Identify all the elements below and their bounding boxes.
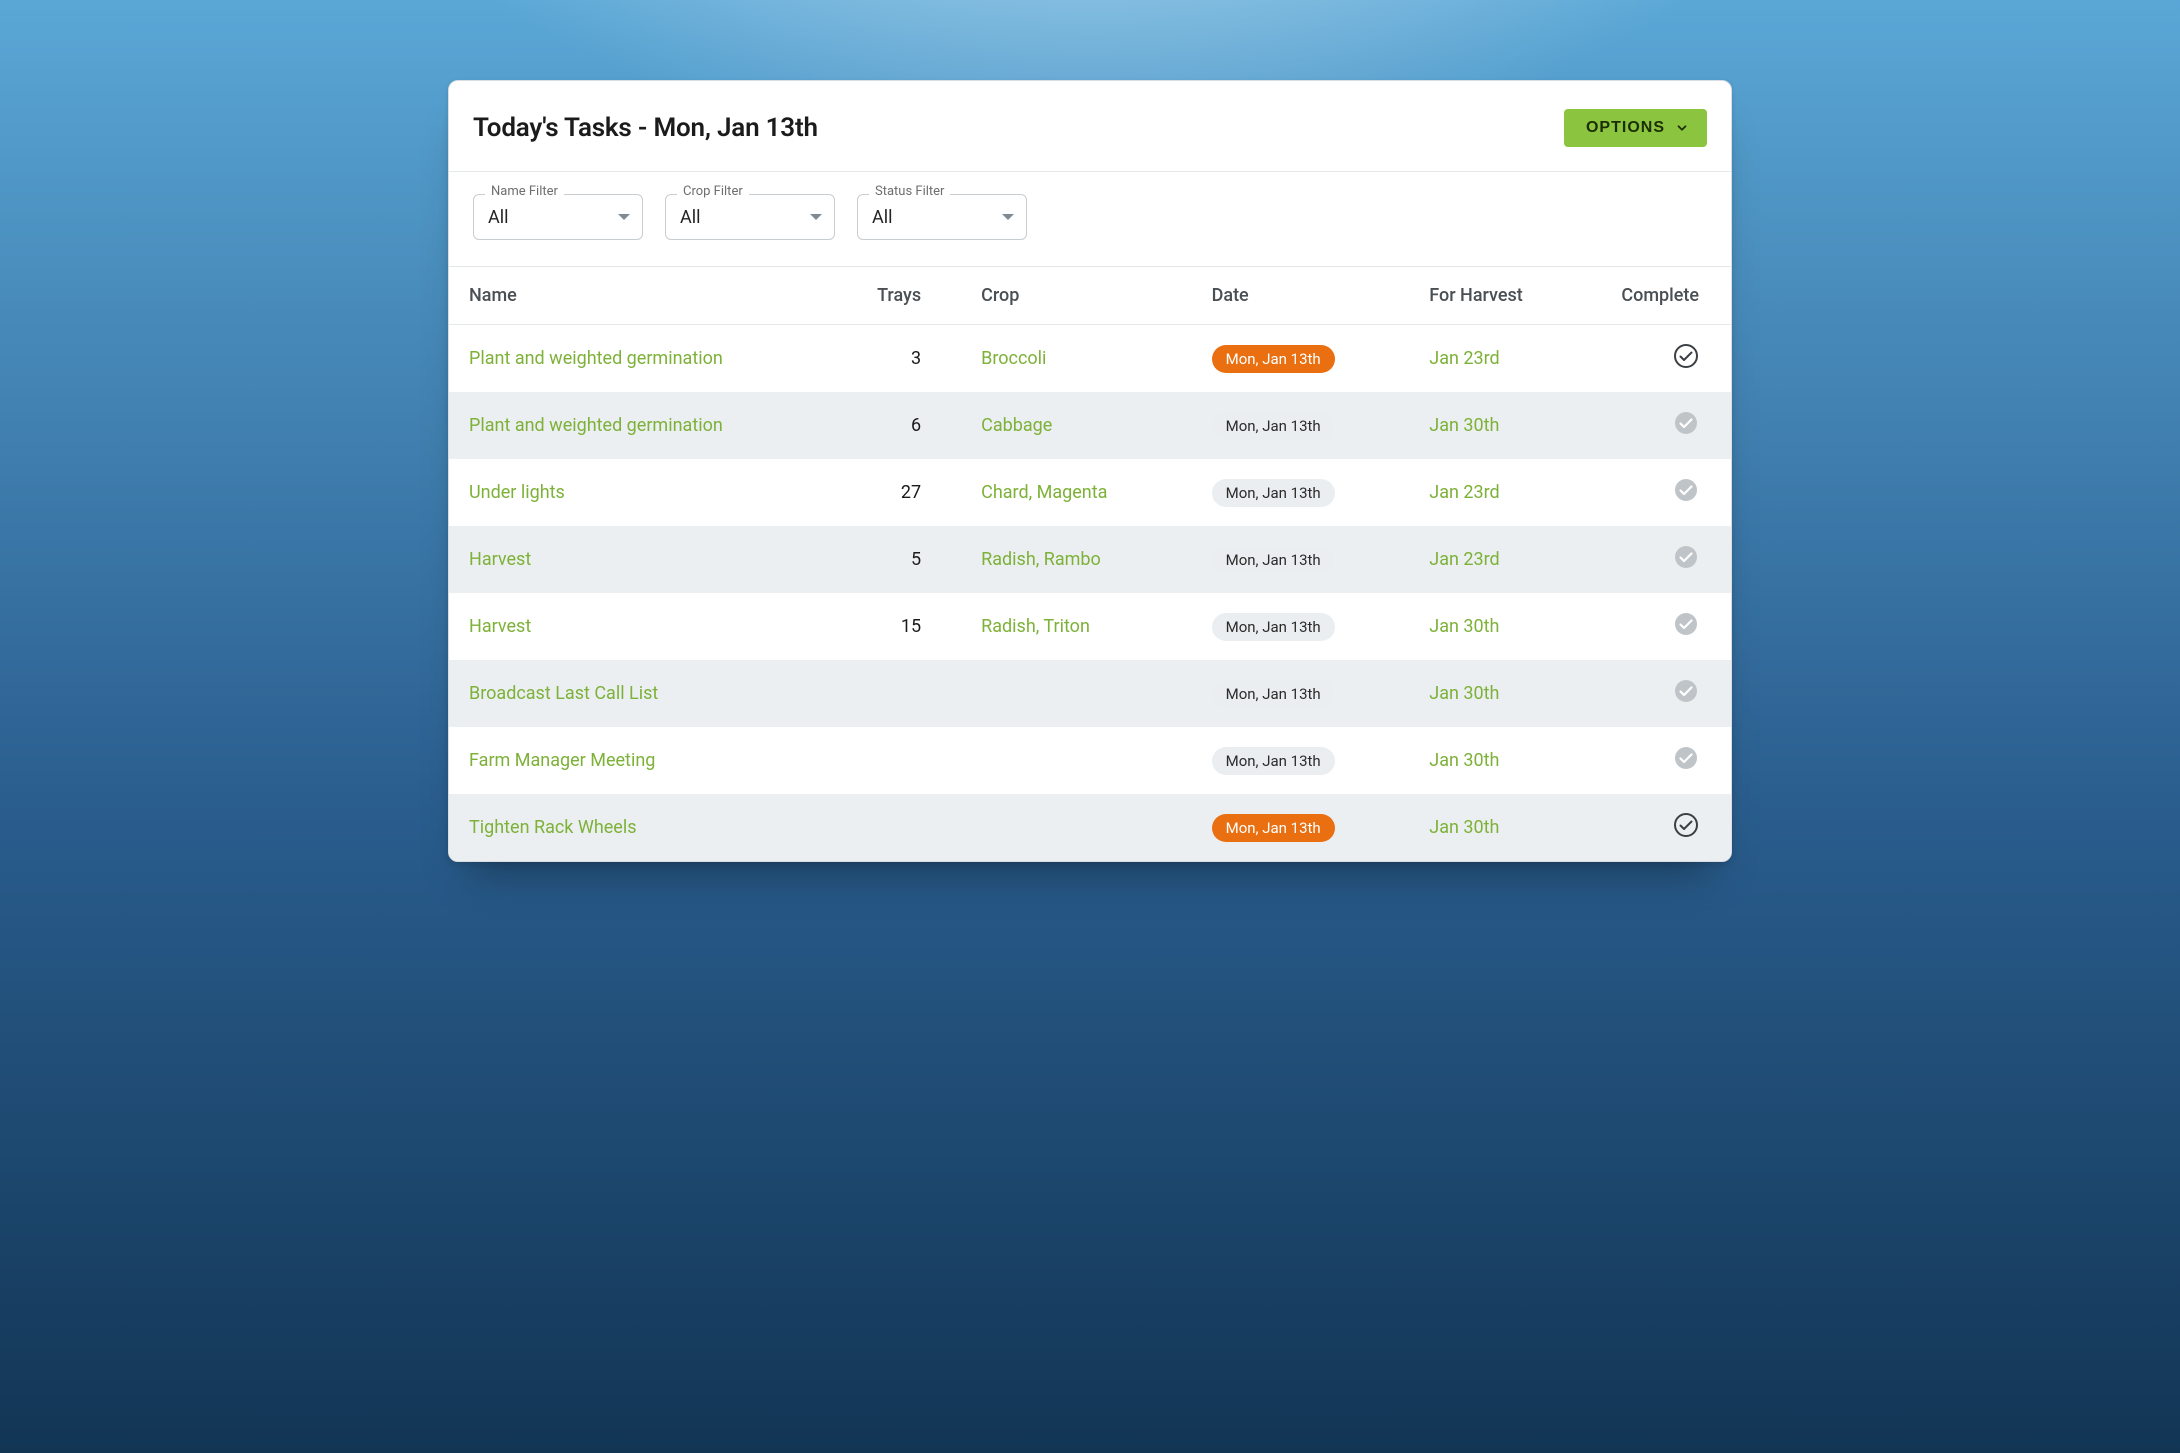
task-name-link[interactable]: Tighten Rack Wheels xyxy=(469,817,637,838)
table-row: Farm Manager Meeting Mon, Jan 13th Jan 30t… xyxy=(449,727,1731,794)
crop-filter-label: Crop Filter xyxy=(677,184,749,199)
name-filter-value: All xyxy=(488,207,509,228)
task-crop-link[interactable]: Radish, Rambo xyxy=(981,549,1101,570)
complete-toggle[interactable] xyxy=(1673,678,1699,704)
col-header-harvest[interactable]: For Harvest xyxy=(1409,267,1601,325)
crop-filter-select[interactable]: All xyxy=(665,194,835,240)
complete-toggle[interactable] xyxy=(1673,343,1699,369)
task-date-chip[interactable]: Mon, Jan 13th xyxy=(1212,747,1335,775)
task-date-chip[interactable]: Mon, Jan 13th xyxy=(1212,412,1335,440)
complete-toggle[interactable] xyxy=(1673,745,1699,771)
chevron-down-icon xyxy=(1675,121,1689,135)
page-title: Today's Tasks - Mon, Jan 13th xyxy=(473,113,818,143)
status-filter-value: All xyxy=(872,207,893,228)
task-name-link[interactable]: Under lights xyxy=(469,482,565,503)
task-harvest-date: Jan 30th xyxy=(1409,794,1601,861)
task-trays: 6 xyxy=(833,392,961,459)
name-filter-label: Name Filter xyxy=(485,184,564,199)
task-name-link[interactable]: Harvest xyxy=(469,549,531,570)
task-name-link[interactable]: Plant and weighted germination xyxy=(469,415,723,436)
complete-toggle[interactable] xyxy=(1673,410,1699,436)
task-date-chip[interactable]: Mon, Jan 13th xyxy=(1212,613,1335,641)
table-row: Tighten Rack Wheels Mon, Jan 13th Jan 30th xyxy=(449,794,1731,861)
complete-toggle[interactable] xyxy=(1673,611,1699,637)
task-harvest-date: Jan 30th xyxy=(1409,660,1601,727)
col-header-date[interactable]: Date xyxy=(1192,267,1410,325)
table-row: Plant and weighted germination 6 Cabbage Mo… xyxy=(449,392,1731,459)
task-date-chip[interactable]: Mon, Jan 13th xyxy=(1212,680,1335,708)
dropdown-caret-icon xyxy=(618,214,630,220)
col-header-trays[interactable]: Trays xyxy=(833,267,961,325)
task-harvest-date: Jan 23rd xyxy=(1409,526,1601,593)
options-button-label: OPTIONS xyxy=(1586,119,1665,137)
task-trays xyxy=(833,660,961,727)
task-date-chip[interactable]: Mon, Jan 13th xyxy=(1212,546,1335,574)
task-name-link[interactable]: Farm Manager Meeting xyxy=(469,750,655,771)
status-filter-label: Status Filter xyxy=(869,184,950,199)
task-crop-link[interactable]: Chard, Magenta xyxy=(981,482,1107,503)
col-header-complete[interactable]: Complete xyxy=(1601,267,1731,325)
task-trays: 15 xyxy=(833,593,961,660)
table-row: Broadcast Last Call List Mon, Jan 13th Jan… xyxy=(449,660,1731,727)
table-row: Harvest 5 Radish, Rambo Mon, Jan 13th Jan 23… xyxy=(449,526,1731,593)
task-date-chip[interactable]: Mon, Jan 13th xyxy=(1212,479,1335,507)
name-filter-select[interactable]: All xyxy=(473,194,643,240)
task-name-link[interactable]: Plant and weighted germination xyxy=(469,348,723,369)
complete-toggle[interactable] xyxy=(1673,477,1699,503)
task-harvest-date: Jan 30th xyxy=(1409,727,1601,794)
dropdown-caret-icon xyxy=(1002,214,1014,220)
tasks-panel: Today's Tasks - Mon, Jan 13th OPTIONS Na… xyxy=(448,80,1732,862)
table-row: Under lights 27 Chard, Magenta Mon, Jan 13t… xyxy=(449,459,1731,526)
task-harvest-date: Jan 30th xyxy=(1409,392,1601,459)
col-header-crop[interactable]: Crop xyxy=(961,267,1191,325)
task-harvest-date: Jan 30th xyxy=(1409,593,1601,660)
panel-header: Today's Tasks - Mon, Jan 13th OPTIONS xyxy=(449,81,1731,172)
options-button[interactable]: OPTIONS xyxy=(1564,109,1707,147)
task-trays xyxy=(833,727,961,794)
task-trays: 5 xyxy=(833,526,961,593)
task-name-link[interactable]: Broadcast Last Call List xyxy=(469,683,658,704)
task-date-chip[interactable]: Mon, Jan 13th xyxy=(1212,814,1335,842)
task-crop-link[interactable]: Broccoli xyxy=(981,348,1046,369)
crop-filter: Crop Filter All xyxy=(665,194,835,240)
task-crop-link[interactable]: Radish, Triton xyxy=(981,616,1090,637)
task-name-link[interactable]: Harvest xyxy=(469,616,531,637)
task-trays xyxy=(833,794,961,861)
tasks-table: Name Trays Crop Date For Harvest Complet… xyxy=(449,267,1731,861)
status-filter: Status Filter All xyxy=(857,194,1027,240)
table-row: Plant and weighted germination 3 Broccoli M… xyxy=(449,325,1731,393)
complete-toggle[interactable] xyxy=(1673,544,1699,570)
dropdown-caret-icon xyxy=(810,214,822,220)
task-trays: 3 xyxy=(833,325,961,393)
task-crop-link[interactable]: Cabbage xyxy=(981,415,1052,436)
filters-bar: Name Filter All Crop Filter All Status F… xyxy=(449,172,1731,267)
task-trays: 27 xyxy=(833,459,961,526)
task-harvest-date: Jan 23rd xyxy=(1409,325,1601,393)
task-harvest-date: Jan 23rd xyxy=(1409,459,1601,526)
status-filter-select[interactable]: All xyxy=(857,194,1027,240)
col-header-name[interactable]: Name xyxy=(449,267,833,325)
name-filter: Name Filter All xyxy=(473,194,643,240)
crop-filter-value: All xyxy=(680,207,701,228)
table-row: Harvest 15 Radish, Triton Mon, Jan 13th Jan … xyxy=(449,593,1731,660)
task-date-chip[interactable]: Mon, Jan 13th xyxy=(1212,345,1335,373)
table-header-row: Name Trays Crop Date For Harvest Complet… xyxy=(449,267,1731,325)
complete-toggle[interactable] xyxy=(1673,812,1699,838)
